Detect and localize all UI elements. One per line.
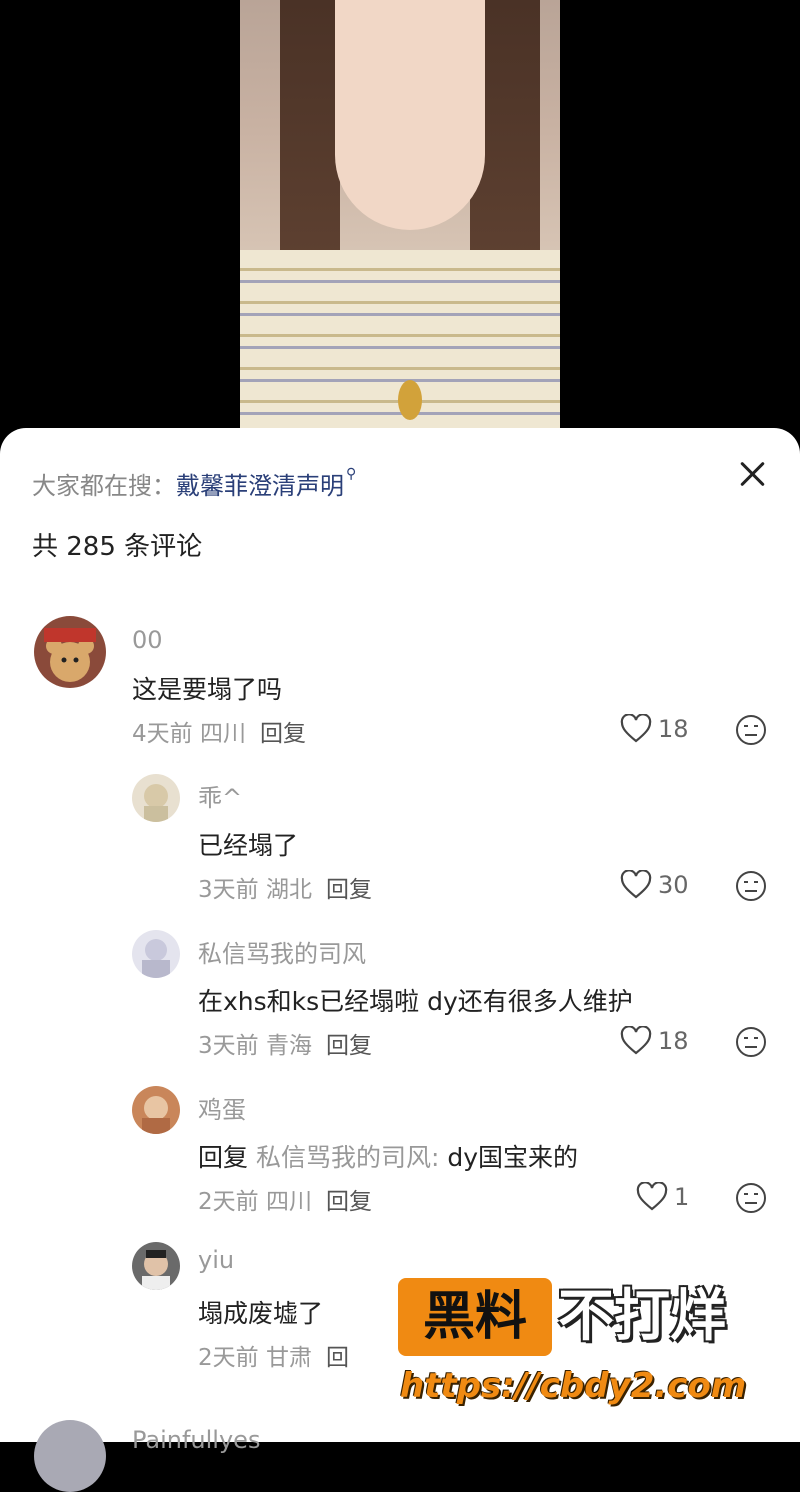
avatar-image <box>142 1096 170 1134</box>
comment-author[interactable]: yiu <box>198 1246 234 1274</box>
comment-author[interactable]: 乖^ <box>198 778 242 813</box>
reply-button[interactable]: 回 <box>326 1345 349 1371</box>
reply-button[interactable]: 回复 <box>326 1189 372 1215</box>
heart-icon <box>620 1026 652 1055</box>
comment-text: 这是要塌了吗 <box>132 675 283 704</box>
comment-count: 共 285 条评论 <box>32 532 203 562</box>
comment-meta: 2天前 四川 回复 <box>198 1182 372 1216</box>
comment-meta: 3天前 青海 回复 <box>198 1026 372 1060</box>
video-frame-detail <box>335 0 485 230</box>
search-icon: ⚲ <box>346 466 357 482</box>
avatar[interactable] <box>34 616 106 688</box>
reply-target[interactable]: 私信骂我的司风: <box>256 1143 439 1172</box>
search-term-link[interactable]: 戴馨菲澄清声明 <box>176 472 344 500</box>
comment-text: 已经塌了 <box>198 831 299 860</box>
like-button[interactable]: 1 <box>636 1182 689 1212</box>
comment-location: 湖北 <box>265 877 312 903</box>
reply-button[interactable]: 回复 <box>326 1033 372 1059</box>
like-button[interactable]: 30 <box>620 870 689 900</box>
comment-time: 4天前 <box>132 721 193 747</box>
like-button[interactable]: 18 <box>620 1026 689 1056</box>
comment-time: 3天前 <box>198 877 259 903</box>
heart-icon <box>620 714 652 743</box>
avatar-image <box>142 939 170 978</box>
reply-prefix: 回复 <box>198 1143 249 1172</box>
like-count: 30 <box>658 871 689 899</box>
like-button[interactable]: 18 <box>620 714 689 744</box>
comment-time: 3天前 <box>198 1033 259 1059</box>
dislike-face-icon[interactable] <box>734 713 768 747</box>
avatar-image <box>144 784 168 822</box>
comment-meta: 2天前 甘肃回 <box>198 1338 349 1372</box>
close-icon[interactable] <box>732 454 772 494</box>
reply-text: dy国宝来的 <box>439 1143 579 1172</box>
watermark-text: 不打烊 <box>558 1284 726 1349</box>
avatar-bear-icon <box>44 628 96 682</box>
video-player[interactable] <box>240 0 560 440</box>
comment-location: 甘肃 <box>265 1345 312 1371</box>
comment-author[interactable]: Painfullyes <box>132 1426 260 1454</box>
comment-text: 塌成废墟了 <box>198 1299 324 1328</box>
watermark-url: https://cbdy2.com <box>400 1366 747 1406</box>
video-frame-detail <box>398 380 422 420</box>
comment-location: 四川 <box>265 1189 312 1215</box>
comment-location: 四川 <box>199 721 246 747</box>
comment-text: 回复 私信骂我的司风: dy国宝来的 <box>198 1138 578 1174</box>
like-count: 18 <box>658 715 689 743</box>
comment-text: 在xhs和ks已经塌啦 dy还有很多人维护 <box>198 987 633 1016</box>
avatar[interactable] <box>34 1420 106 1492</box>
heart-icon <box>636 1182 668 1211</box>
avatar-image <box>142 1250 170 1290</box>
comment-time: 2天前 <box>198 1189 259 1215</box>
search-suggestion[interactable]: 大家都在搜：戴馨菲澄清声明 ⚲ <box>32 466 356 501</box>
avatar[interactable] <box>132 1242 180 1290</box>
reply-button[interactable]: 回复 <box>260 721 306 747</box>
watermark: 黑料 不打烊 https://cbdy2.com <box>398 1278 768 1428</box>
reply-button[interactable]: 回复 <box>326 877 372 903</box>
search-prefix: 大家都在搜： <box>32 472 176 500</box>
comment-time: 2天前 <box>198 1345 259 1371</box>
comment-author[interactable]: 鸡蛋 <box>198 1090 246 1125</box>
avatar[interactable] <box>132 930 180 978</box>
heart-icon <box>620 870 652 899</box>
comment-meta: 4天前 四川 回复 <box>132 714 306 748</box>
comment-meta: 3天前 湖北 回复 <box>198 870 372 904</box>
dislike-face-icon[interactable] <box>734 1025 768 1059</box>
dislike-face-icon[interactable] <box>734 1181 768 1215</box>
comment-location: 青海 <box>265 1033 312 1059</box>
watermark-badge: 黑料 <box>398 1278 552 1356</box>
avatar[interactable] <box>132 1086 180 1134</box>
comment-author[interactable]: 私信骂我的司风 <box>198 934 366 969</box>
like-count: 1 <box>674 1183 690 1211</box>
like-count: 18 <box>658 1027 689 1055</box>
avatar[interactable] <box>132 774 180 822</box>
comment-author[interactable]: 00 <box>132 626 163 654</box>
dislike-face-icon[interactable] <box>734 869 768 903</box>
